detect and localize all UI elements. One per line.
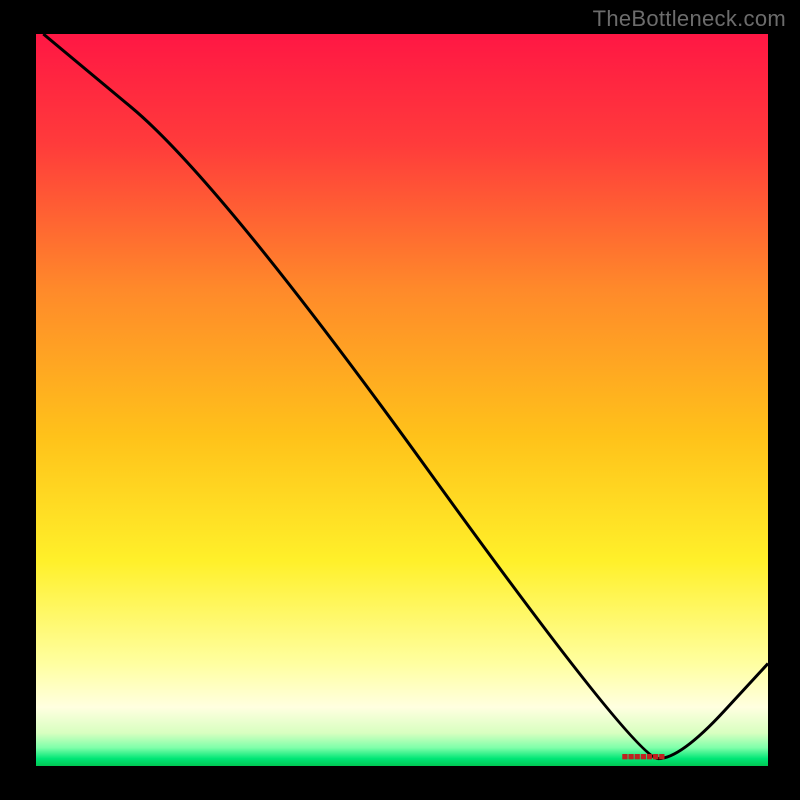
min-marker-label: ■■■■■■■ bbox=[622, 751, 665, 763]
bottleneck-plot bbox=[36, 34, 768, 766]
chart-frame: TheBottleneck.com ■■■■■■■ bbox=[0, 0, 800, 800]
watermark-label: TheBottleneck.com bbox=[593, 6, 786, 32]
